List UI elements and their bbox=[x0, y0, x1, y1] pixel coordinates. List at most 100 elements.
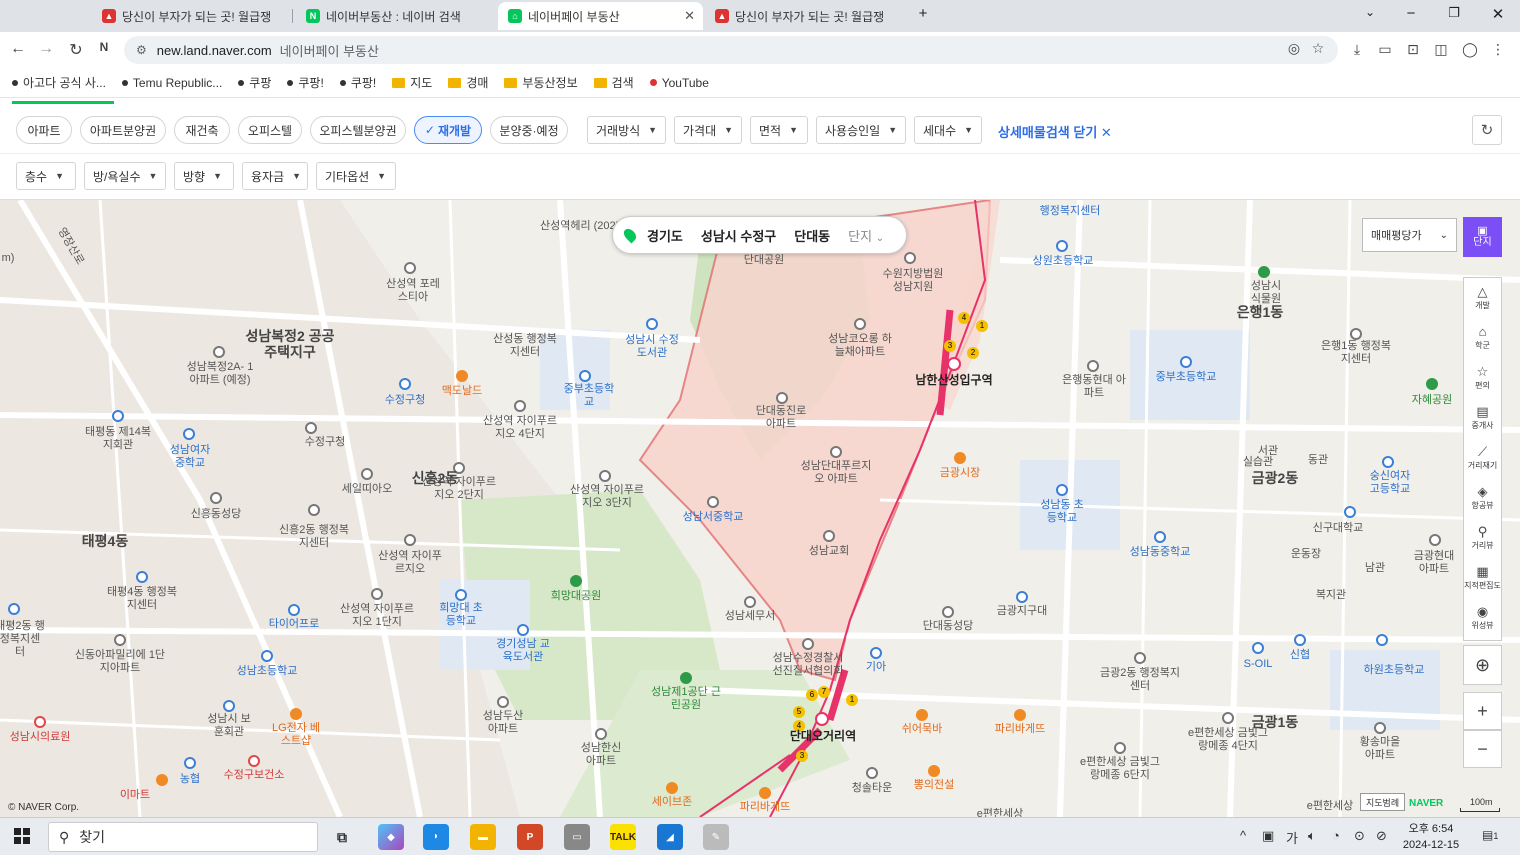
mart-pin[interactable] bbox=[156, 774, 168, 786]
detail-search-close-link[interactable]: 상세매물검색 닫기 ✕ bbox=[998, 122, 1112, 141]
map-canvas[interactable]: 4 1 3 2 6 7 1 5 4 3 산성역헤리 (2027년1 행정복지센터… bbox=[0, 200, 1520, 817]
block-icon[interactable]: ⊘ bbox=[1376, 828, 1387, 844]
meet-icon[interactable]: ⊙ bbox=[1354, 828, 1365, 844]
tax-office-pin[interactable] bbox=[744, 596, 756, 608]
bookmark-item[interactable]: 쿠팡! bbox=[287, 74, 324, 91]
chip-presale-scheduled[interactable]: 분양중·예정 bbox=[490, 116, 568, 144]
school-pin[interactable] bbox=[183, 428, 195, 440]
apartment-pin[interactable] bbox=[213, 346, 225, 358]
bank-pin[interactable] bbox=[1294, 634, 1306, 646]
restaurant-pin[interactable] bbox=[456, 370, 468, 382]
store-pin[interactable] bbox=[666, 782, 678, 794]
wifi-pin[interactable] bbox=[399, 378, 411, 390]
tool-school[interactable]: ⌂ 학군 bbox=[1464, 318, 1501, 358]
bookmark-folder[interactable]: 부동산정보 bbox=[504, 74, 578, 91]
close-icon[interactable]: ✕ bbox=[684, 8, 695, 24]
office-pin[interactable] bbox=[305, 422, 317, 434]
apartment-pin[interactable] bbox=[776, 392, 788, 404]
tray-chevron-icon[interactable]: ^ bbox=[1240, 828, 1246, 843]
dropdown-households[interactable]: 세대수 ▼ bbox=[914, 116, 982, 144]
chip-apartment[interactable]: 아파트 bbox=[16, 116, 72, 144]
dropdown-floor[interactable]: 층수 ▼ bbox=[16, 162, 76, 190]
sidebar-icon[interactable]: ◫ bbox=[1431, 41, 1451, 58]
apartment-pin[interactable] bbox=[514, 400, 526, 412]
church-pin[interactable] bbox=[823, 530, 835, 542]
restaurant-pin[interactable] bbox=[928, 765, 940, 777]
my-location-icon[interactable]: ⊕ bbox=[1463, 645, 1502, 685]
apartment-pin[interactable] bbox=[1114, 742, 1126, 754]
apartment-pin[interactable] bbox=[1429, 534, 1441, 546]
school-pin[interactable] bbox=[261, 650, 273, 662]
bookmark-item[interactable]: 쿠팡! bbox=[339, 74, 376, 91]
restaurant-pin[interactable] bbox=[916, 709, 928, 721]
hospital-pin[interactable] bbox=[34, 716, 46, 728]
back-icon[interactable]: ← bbox=[8, 40, 28, 58]
apartment-pin[interactable] bbox=[599, 470, 611, 482]
profile-icon[interactable]: ◯ bbox=[1460, 41, 1480, 58]
complex-toggle-button[interactable]: ▣ 단지 bbox=[1463, 217, 1502, 257]
school-pin[interactable] bbox=[1382, 456, 1394, 468]
apartment-pin[interactable] bbox=[1222, 712, 1234, 724]
apartment-pin[interactable] bbox=[830, 446, 842, 458]
volume-icon[interactable]: 🔈︎ bbox=[1308, 828, 1316, 844]
bookmark-item[interactable]: 쿠팡 bbox=[238, 74, 271, 91]
whale-browser-icon[interactable]: ◗ bbox=[423, 824, 449, 850]
taskbar-clock[interactable]: 오후 6:54 2024-12-15 bbox=[1396, 821, 1466, 853]
copilot-icon[interactable]: ◆ bbox=[378, 824, 404, 850]
breadcrumb-city[interactable]: 성남시 수정구 bbox=[701, 226, 776, 245]
kakaotalk-icon[interactable]: TALK bbox=[610, 824, 636, 850]
bookmark-folder[interactable]: 지도 bbox=[392, 74, 432, 91]
apartment-pin[interactable] bbox=[1087, 360, 1099, 372]
tab-1[interactable]: ▲ 당신이 부자가 되는 곳! 월급쟁 bbox=[92, 2, 290, 30]
welfare-pin[interactable] bbox=[8, 603, 20, 615]
bakery-pin[interactable] bbox=[759, 787, 771, 799]
car-pin[interactable] bbox=[870, 647, 882, 659]
tab-search-icon[interactable]: ⌄ bbox=[1357, 5, 1383, 19]
school-pin[interactable] bbox=[1154, 531, 1166, 543]
bakery-pin[interactable] bbox=[1014, 709, 1026, 721]
tool-agent[interactable]: ▤ 중개사 bbox=[1464, 398, 1501, 438]
police-pin[interactable] bbox=[802, 638, 814, 650]
police-pin[interactable] bbox=[1016, 591, 1028, 603]
dropdown-loan[interactable]: 융자금 ▼ bbox=[242, 162, 308, 190]
taskbar-search-box[interactable]: ⚲ 찾기 bbox=[48, 822, 318, 852]
tool-street[interactable]: ⚲ 거리뷰 bbox=[1464, 518, 1501, 558]
ime-icon[interactable]: 가 bbox=[1286, 828, 1298, 847]
station-label[interactable]: 남한산성입구역 bbox=[915, 374, 992, 387]
shop-pin[interactable] bbox=[290, 708, 302, 720]
breadcrumb-dong[interactable]: 단대동 bbox=[794, 226, 830, 245]
app-icon[interactable]: ◢ bbox=[657, 824, 683, 850]
office-pin[interactable] bbox=[1134, 652, 1146, 664]
dropdown-rooms-baths[interactable]: 방/욕실수 ▼ bbox=[84, 162, 166, 190]
tool-cadastral[interactable]: ▦ 지적편집도 bbox=[1464, 558, 1501, 598]
cast-icon[interactable]: ▭ bbox=[1375, 41, 1395, 58]
service-pin[interactable] bbox=[288, 604, 300, 616]
apartment-pin[interactable] bbox=[1374, 722, 1386, 734]
library-pin[interactable] bbox=[517, 624, 529, 636]
market-pin[interactable] bbox=[954, 452, 966, 464]
gas-station-pin[interactable] bbox=[1252, 642, 1264, 654]
notification-icon[interactable]: ▤1 bbox=[1482, 828, 1498, 842]
school-pin[interactable] bbox=[1344, 506, 1356, 518]
screenshot-icon[interactable]: ⊡ bbox=[1403, 41, 1423, 58]
tab-3-active[interactable]: ⌂ 네이버페이 부동산 ✕ bbox=[498, 2, 703, 30]
office-pin[interactable] bbox=[1350, 328, 1362, 340]
school-pin[interactable] bbox=[1056, 240, 1068, 252]
map-legend-button[interactable]: 지도범례 bbox=[1360, 793, 1406, 811]
welfare-pin[interactable] bbox=[136, 571, 148, 583]
bookmark-item[interactable]: YouTube bbox=[649, 76, 709, 90]
tool-convenience[interactable]: ☆ 편의 bbox=[1464, 358, 1501, 398]
tab-2[interactable]: N 네이버부동산 : 네이버 검색 bbox=[296, 2, 496, 30]
price-type-select[interactable]: 매매평당가 ⌄ bbox=[1362, 218, 1457, 252]
tray-app-icon[interactable]: ▣ bbox=[1262, 828, 1274, 844]
file-explorer-icon[interactable]: ▬ bbox=[470, 824, 496, 850]
school-pin[interactable] bbox=[1180, 356, 1192, 368]
park-pin[interactable] bbox=[1426, 378, 1438, 390]
chip-officetel[interactable]: 오피스텔 bbox=[238, 116, 302, 144]
new-tab-button[interactable]: + bbox=[910, 5, 936, 22]
windows-start-icon[interactable] bbox=[14, 828, 30, 844]
school-pin[interactable] bbox=[1056, 484, 1068, 496]
menu-icon[interactable]: ⋮ bbox=[1488, 41, 1508, 58]
chip-apartment-presale[interactable]: 아파트분양권 bbox=[80, 116, 166, 144]
bookmark-folder[interactable]: 경매 bbox=[448, 74, 488, 91]
